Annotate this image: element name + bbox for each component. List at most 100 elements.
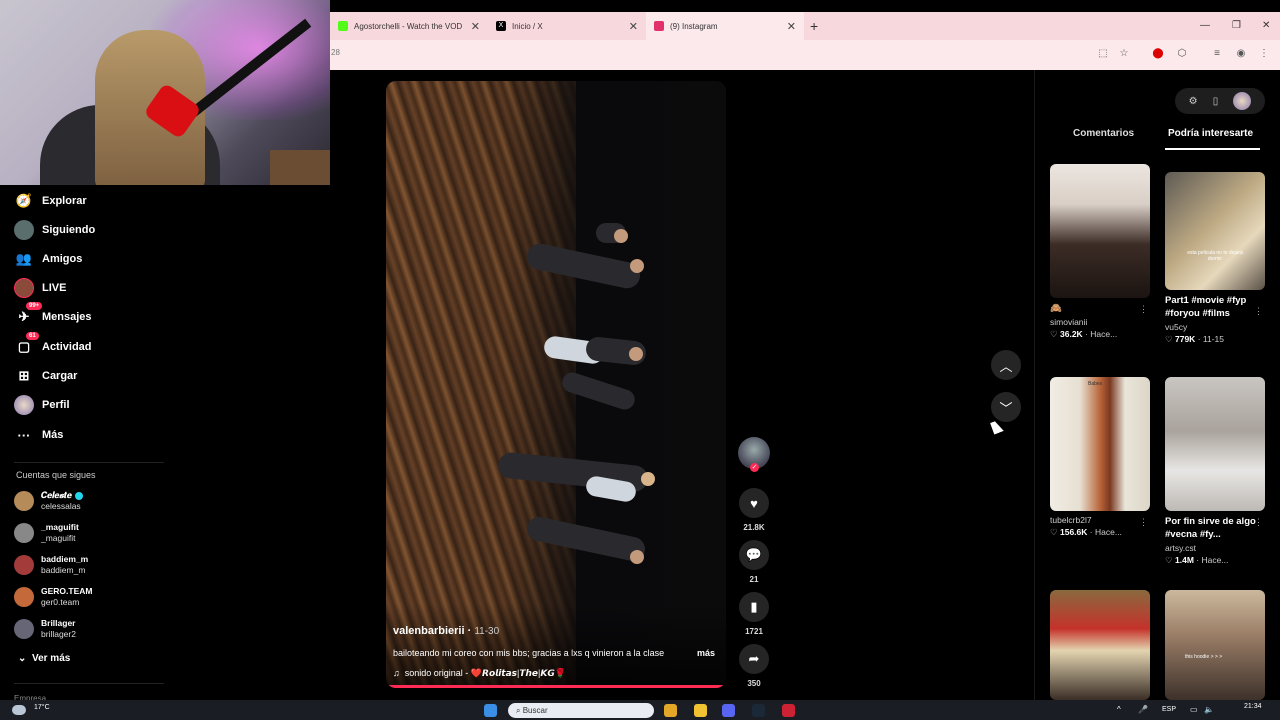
video-author[interactable]: valenbarbierii · 11-30	[393, 625, 499, 637]
dancer-head	[614, 229, 628, 243]
tray-chevron-icon[interactable]: ^	[1117, 705, 1121, 714]
tab-instagram[interactable]: (9) Instagram ✕	[646, 12, 804, 40]
video-sound[interactable]: ♫ sonido original - ❤️𝙍𝙤𝙡𝙞𝙩𝙖𝙨|𝙏𝙝𝙚|𝙆𝙂🌹	[393, 668, 566, 679]
followed-account[interactable]: _maguifit _maguifit	[14, 522, 79, 544]
device-icon[interactable]: ▯	[1213, 96, 1219, 107]
weather-temp[interactable]: 17°C	[34, 704, 50, 711]
sound-label: sonido original - ❤️𝙍𝙤𝙡𝙞𝙩𝙖𝙨|𝙏𝙝𝙚|𝙆𝙂🌹	[404, 668, 566, 678]
sidebar-item-amigos[interactable]: 👥 Amigos	[14, 249, 82, 269]
tab-kick[interactable]: Agostorchelli - Watch the VOD ✕	[330, 12, 488, 40]
video-thumbnail: esta pelicula no te dejará dormir	[1165, 172, 1265, 290]
related-video-card[interactable]	[1050, 590, 1150, 700]
video-shade	[386, 81, 726, 688]
sidebar-item-perfil[interactable]: Perfil	[14, 395, 70, 415]
panel-top-icons: ⚙ ▯	[1175, 88, 1265, 114]
share-action[interactable]: ➦ 350	[739, 644, 769, 688]
menu-icon[interactable]: ⋮	[1258, 48, 1270, 60]
opera-extension-icon[interactable]: ⬤	[1152, 48, 1164, 60]
extensions-icon[interactable]: ⬡	[1176, 48, 1188, 60]
video-player[interactable]: valenbarbierii · 11-30 bailoteando mi co…	[386, 81, 726, 688]
messages-icon: ✈ 99+	[14, 302, 43, 327]
language-indicator[interactable]: ESP	[1162, 706, 1176, 713]
sidebar-item-mas[interactable]: ··· Más	[14, 425, 64, 445]
app-icon[interactable]	[782, 704, 795, 717]
divider	[14, 462, 164, 463]
account-username: baddiem_m	[41, 565, 86, 575]
new-tab-button[interactable]: +	[810, 18, 818, 34]
followed-account[interactable]: 𝑪𝒆𝒍𝒆𝒔𝒕𝒆 celessalas	[14, 490, 83, 512]
install-icon[interactable]: ⬚	[1097, 48, 1109, 60]
profile-icon[interactable]: ◉	[1235, 48, 1247, 60]
tab-x[interactable]: X Inicio / X ✕	[488, 12, 646, 40]
steam-icon[interactable]	[752, 704, 765, 717]
followed-account[interactable]: Brillager brillager2	[14, 618, 76, 640]
sidebar-item-actividad[interactable]: ▢ 61 Actividad	[14, 332, 92, 357]
taskbar-search[interactable]: ⌕ Buscar	[508, 703, 654, 718]
like-action[interactable]: ♥ 21.8K	[739, 488, 769, 532]
weather-icon[interactable]	[12, 705, 26, 715]
close-tab-icon[interactable]: ✕	[629, 20, 638, 33]
related-video-card[interactable]: this hoodie > > >	[1165, 590, 1265, 700]
bookmark-star-icon[interactable]: ☆	[1118, 48, 1130, 60]
chrome-icon[interactable]	[664, 704, 677, 717]
close-tab-icon[interactable]: ✕	[471, 20, 480, 33]
account-username: celessalas	[41, 501, 81, 511]
verified-icon	[74, 491, 83, 500]
network-icon[interactable]: ▭	[1190, 705, 1198, 714]
mic-icon[interactable]: 🎤	[1138, 705, 1148, 714]
related-video-card[interactable]: esta pelicula no te dejará dormir Part1 …	[1165, 172, 1265, 345]
card-time: Hace...	[1090, 329, 1118, 339]
close-window-icon[interactable]: ✕	[1262, 12, 1270, 40]
see-more-label: Ver más	[31, 653, 71, 664]
address-bar[interactable]	[330, 40, 1280, 70]
settings-icon[interactable]: ⚙	[1189, 96, 1198, 107]
comment-action[interactable]: 💬 21	[739, 540, 769, 584]
kebab-icon[interactable]: ⋮	[1254, 306, 1263, 317]
follow-plus-icon[interactable]: ✓	[750, 463, 759, 472]
related-video-card[interactable]: 🙈 ⋮ simovianii ♡ 36.2K · Hace...	[1050, 164, 1150, 340]
media-icon[interactable]: ≡	[1211, 48, 1223, 60]
card-likes: 779K	[1175, 334, 1196, 344]
tab-label: (9) Instagram	[670, 21, 718, 31]
minimize-icon[interactable]: —	[1200, 12, 1210, 40]
followed-account[interactable]: baddiem_m baddiem_m	[14, 554, 88, 576]
sidebar-item-cargar[interactable]: ⊞ Cargar	[14, 366, 78, 386]
divider	[14, 683, 164, 684]
related-video-card[interactable]: Babes ⋮ tubelcrb2l7 ♡ 156.6K · Hace...	[1050, 377, 1150, 538]
avatar[interactable]	[1233, 92, 1252, 110]
previous-video-button[interactable]: ︿	[991, 350, 1021, 380]
sidebar-item-live[interactable]: LIVE	[14, 278, 66, 298]
search-icon: ⌕	[516, 705, 521, 715]
card-likes: 36.2K	[1060, 329, 1083, 339]
save-action[interactable]: ▮ 1721	[739, 592, 769, 636]
video-thumbnail: Babes	[1050, 377, 1150, 511]
card-likes: 1.4M	[1175, 555, 1194, 565]
tab-related[interactable]: Podría interesarte	[1168, 128, 1253, 139]
related-video-card[interactable]: Por fin sirve de algo #vecna #fy... ⋮ ar…	[1165, 377, 1265, 566]
restore-icon[interactable]: ❐	[1232, 12, 1241, 40]
sidebar-item-mensajes[interactable]: ✈ 99+ Mensajes	[14, 302, 92, 327]
kebab-icon[interactable]: ⋮	[1139, 517, 1148, 528]
following-avatar-icon	[14, 220, 34, 240]
folder-icon[interactable]	[694, 704, 707, 717]
close-tab-icon[interactable]: ✕	[787, 20, 796, 33]
see-more-link[interactable]: ⌄ Ver más	[18, 653, 70, 664]
sidebar-item-label: Más	[42, 429, 64, 441]
like-count: 21.8K	[743, 523, 765, 532]
video-progress-bar[interactable]	[386, 685, 726, 688]
sidebar-item-label: LIVE	[42, 282, 67, 294]
volume-icon[interactable]: 🔈	[1204, 705, 1214, 714]
discord-icon[interactable]	[722, 704, 735, 717]
kebab-icon[interactable]: ⋮	[1254, 517, 1263, 528]
windows-start-icon[interactable]	[484, 704, 497, 717]
kebab-icon[interactable]: ⋮	[1139, 304, 1148, 315]
clock[interactable]: 21:34	[1244, 703, 1262, 710]
next-video-button[interactable]: ﹀	[991, 392, 1021, 422]
account-name: _maguifit	[41, 522, 79, 532]
sidebar-item-siguiendo[interactable]: Siguiendo	[14, 220, 95, 240]
dancer-head	[630, 259, 644, 273]
sidebar-item-explorar[interactable]: 🧭 Explorar	[14, 191, 87, 211]
followed-account[interactable]: GERO.TEAM ger0.team	[14, 586, 92, 608]
caption-more-button[interactable]: más	[697, 648, 715, 658]
tab-comments[interactable]: Comentarios	[1073, 128, 1134, 139]
